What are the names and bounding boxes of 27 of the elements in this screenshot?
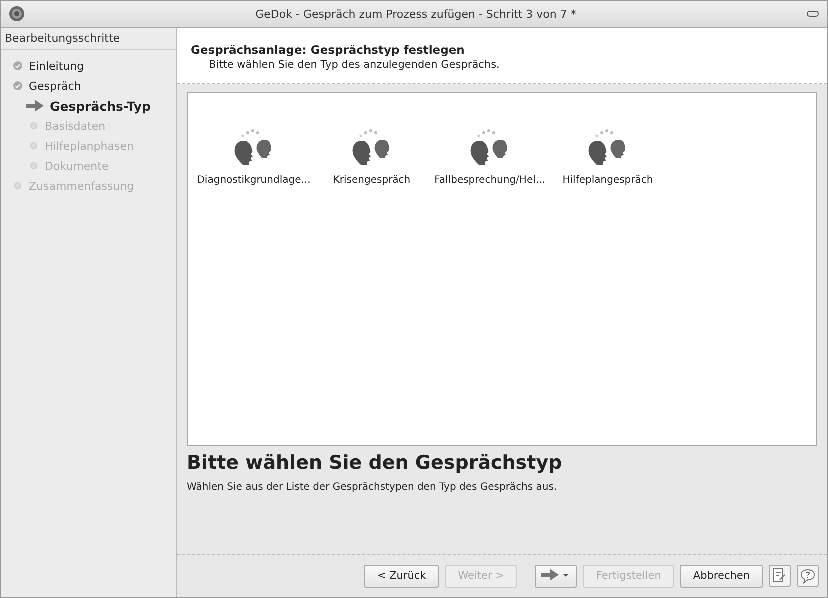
app-logo-icon: [9, 6, 25, 22]
edit-document-button[interactable]: [769, 565, 791, 587]
page-subtitle: Bitte wählen Sie den Typ des anzulegenden Gesprächs.: [208, 59, 501, 71]
step-label: Hilfeplanphasen: [45, 140, 134, 152]
document-edit-icon: [773, 568, 787, 584]
step-label: Basisdaten: [45, 120, 106, 132]
step-label: Einleitung: [29, 60, 84, 72]
type-item[interactable]: Diagnostikgrundlage...: [198, 127, 310, 186]
help-button[interactable]: [797, 565, 819, 587]
info-text: Wählen Sie aus der Liste der Gesprächstypen den Typ des Gesprächs aus.: [187, 482, 558, 493]
wizard-button[interactable]: Abbrechen: [680, 564, 763, 588]
help-icon: [800, 568, 816, 584]
info-heading: Bitte wählen Sie den Gesprächstyp: [187, 452, 564, 474]
step-label: Dokumente: [45, 160, 109, 172]
window-title: GeDok - Gespräch zum Prozess zufügen - Schritt 3 von 7 *: [254, 8, 578, 20]
type-item[interactable]: Krisengespräch: [316, 127, 428, 186]
page-title: Gesprächsanlage: Gesprächstyp festlegen: [191, 43, 466, 57]
type-item[interactable]: Hilfeplangespräch: [552, 127, 664, 186]
step-label: Zusammenfassung: [29, 180, 134, 192]
minimize-icon[interactable]: [807, 11, 819, 17]
arrow-menu-button[interactable]: [535, 564, 578, 588]
arrow-dropdown-icon: [541, 568, 572, 580]
type-item[interactable]: Fallbesprechung/Hel...: [434, 127, 546, 186]
sidebar-title: Bearbeitungsschritte: [1, 32, 176, 50]
step-label: Gesprächs-Typ: [50, 98, 151, 114]
wizard-button[interactable]: < Zurück: [364, 564, 440, 588]
step-label: Gespräch: [29, 80, 82, 92]
